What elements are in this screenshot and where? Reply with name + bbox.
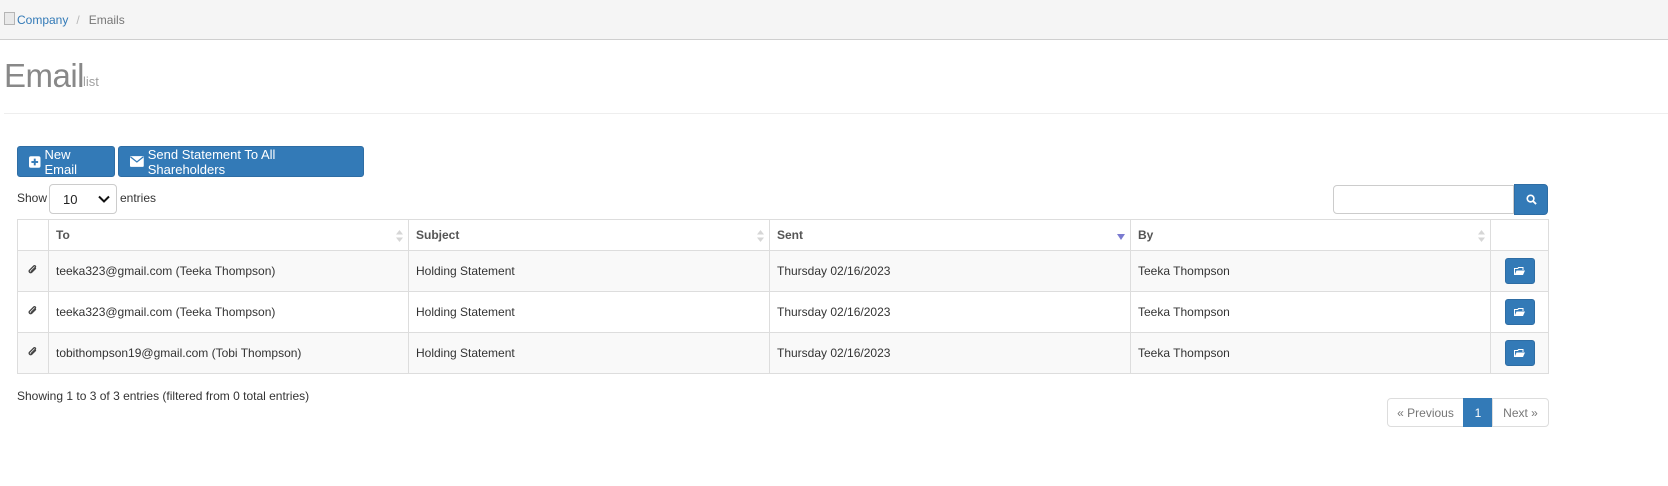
table-row: tobithompson19@gmail.com (Tobi Thompson)… bbox=[17, 332, 1549, 374]
cell-by: Teeka Thompson bbox=[1130, 291, 1491, 333]
sort-descending-icon bbox=[1117, 234, 1125, 240]
action-cell bbox=[1490, 250, 1549, 292]
column-header-label: By bbox=[1138, 228, 1154, 242]
page-header: Email list bbox=[4, 56, 1668, 114]
chevron-down-icon bbox=[98, 195, 110, 203]
cell-by: Teeka Thompson bbox=[1130, 250, 1491, 292]
cell-to: teeka323@gmail.com (Teeka Thompson) bbox=[48, 250, 409, 292]
column-header-to[interactable]: To bbox=[48, 219, 409, 251]
search-icon bbox=[1525, 194, 1537, 205]
page-title: Email bbox=[4, 57, 85, 94]
page-1-button[interactable]: 1 bbox=[1463, 398, 1493, 427]
pagination: « Previous 1 Next » bbox=[1387, 398, 1549, 427]
action-cell bbox=[1490, 332, 1549, 374]
attachment-cell bbox=[17, 332, 49, 374]
entries-per-page-select[interactable]: 10 bbox=[49, 184, 117, 214]
breadcrumb-current: Emails bbox=[88, 12, 125, 27]
open-email-button[interactable] bbox=[1504, 299, 1535, 325]
table-row: teeka323@gmail.com (Teeka Thompson) Hold… bbox=[17, 291, 1549, 333]
send-statement-label: Send Statement To All Shareholders bbox=[147, 146, 276, 177]
cell-by: Teeka Thompson bbox=[1130, 332, 1491, 374]
attachment-cell bbox=[17, 250, 49, 292]
next-page-button[interactable]: Next » bbox=[1492, 398, 1549, 427]
sort-arrows-icon bbox=[757, 230, 764, 242]
cell-to: tobithompson19@gmail.com (Tobi Thompson) bbox=[48, 332, 409, 374]
sort-arrows-icon bbox=[1478, 230, 1485, 242]
email-table: To Subject Sent By teeka323@gmail.com (T… bbox=[17, 219, 1549, 374]
cell-subject: Holding Statement bbox=[408, 291, 770, 333]
cell-subject: Holding Statement bbox=[408, 250, 770, 292]
entries-label: entries bbox=[120, 191, 157, 205]
column-header-sent[interactable]: Sent bbox=[769, 219, 1131, 251]
paperclip-icon bbox=[28, 347, 37, 356]
breadcrumb-company-link[interactable]: Company bbox=[17, 13, 68, 27]
folder-open-icon bbox=[1514, 307, 1525, 316]
column-header-label: Subject bbox=[416, 228, 460, 242]
folder-open-icon bbox=[1514, 266, 1525, 275]
table-info: Showing 1 to 3 of 3 entries (filtered fr… bbox=[17, 389, 310, 403]
cell-sent: Thursday 02/16/2023 bbox=[769, 332, 1131, 374]
cell-sent: Thursday 02/16/2023 bbox=[769, 250, 1131, 292]
column-header-label: Sent bbox=[777, 228, 804, 242]
previous-page-button[interactable]: « Previous bbox=[1387, 398, 1464, 427]
column-header-subject[interactable]: Subject bbox=[408, 219, 770, 251]
paperclip-icon bbox=[28, 265, 37, 274]
table-row: teeka323@gmail.com (Teeka Thompson) Hold… bbox=[17, 250, 1549, 292]
paperclip-icon bbox=[28, 306, 37, 315]
attachment-cell bbox=[17, 291, 49, 333]
folder-open-icon bbox=[1514, 348, 1525, 357]
action-cell bbox=[1490, 291, 1549, 333]
building-icon bbox=[4, 12, 15, 25]
cell-sent: Thursday 02/16/2023 bbox=[769, 291, 1131, 333]
open-email-button[interactable] bbox=[1504, 258, 1535, 284]
attachment-column-header bbox=[17, 219, 49, 251]
breadcrumb-separator: / bbox=[76, 12, 80, 27]
column-header-label: To bbox=[56, 228, 70, 242]
search-input[interactable] bbox=[1333, 185, 1514, 214]
new-email-label: New Email bbox=[44, 146, 78, 177]
show-label: Show bbox=[17, 191, 48, 205]
plus-square-icon bbox=[29, 155, 41, 168]
new-email-button[interactable]: New Email bbox=[17, 146, 115, 177]
sort-arrows-icon bbox=[396, 230, 403, 242]
page-subtitle: list bbox=[83, 74, 99, 89]
breadcrumb: Company / Emails bbox=[0, 0, 1668, 40]
actions-column-header bbox=[1490, 219, 1549, 251]
cell-to: teeka323@gmail.com (Teeka Thompson) bbox=[48, 291, 409, 333]
table-header-row: To Subject Sent By bbox=[17, 219, 1549, 251]
column-header-by[interactable]: By bbox=[1130, 219, 1491, 251]
entries-select-value: 10 bbox=[63, 191, 78, 207]
cell-subject: Holding Statement bbox=[408, 332, 770, 374]
send-statement-button[interactable]: Send Statement To All Shareholders bbox=[118, 146, 364, 177]
envelope-icon bbox=[130, 156, 144, 167]
search-button[interactable] bbox=[1514, 184, 1548, 215]
open-email-button[interactable] bbox=[1504, 340, 1535, 366]
